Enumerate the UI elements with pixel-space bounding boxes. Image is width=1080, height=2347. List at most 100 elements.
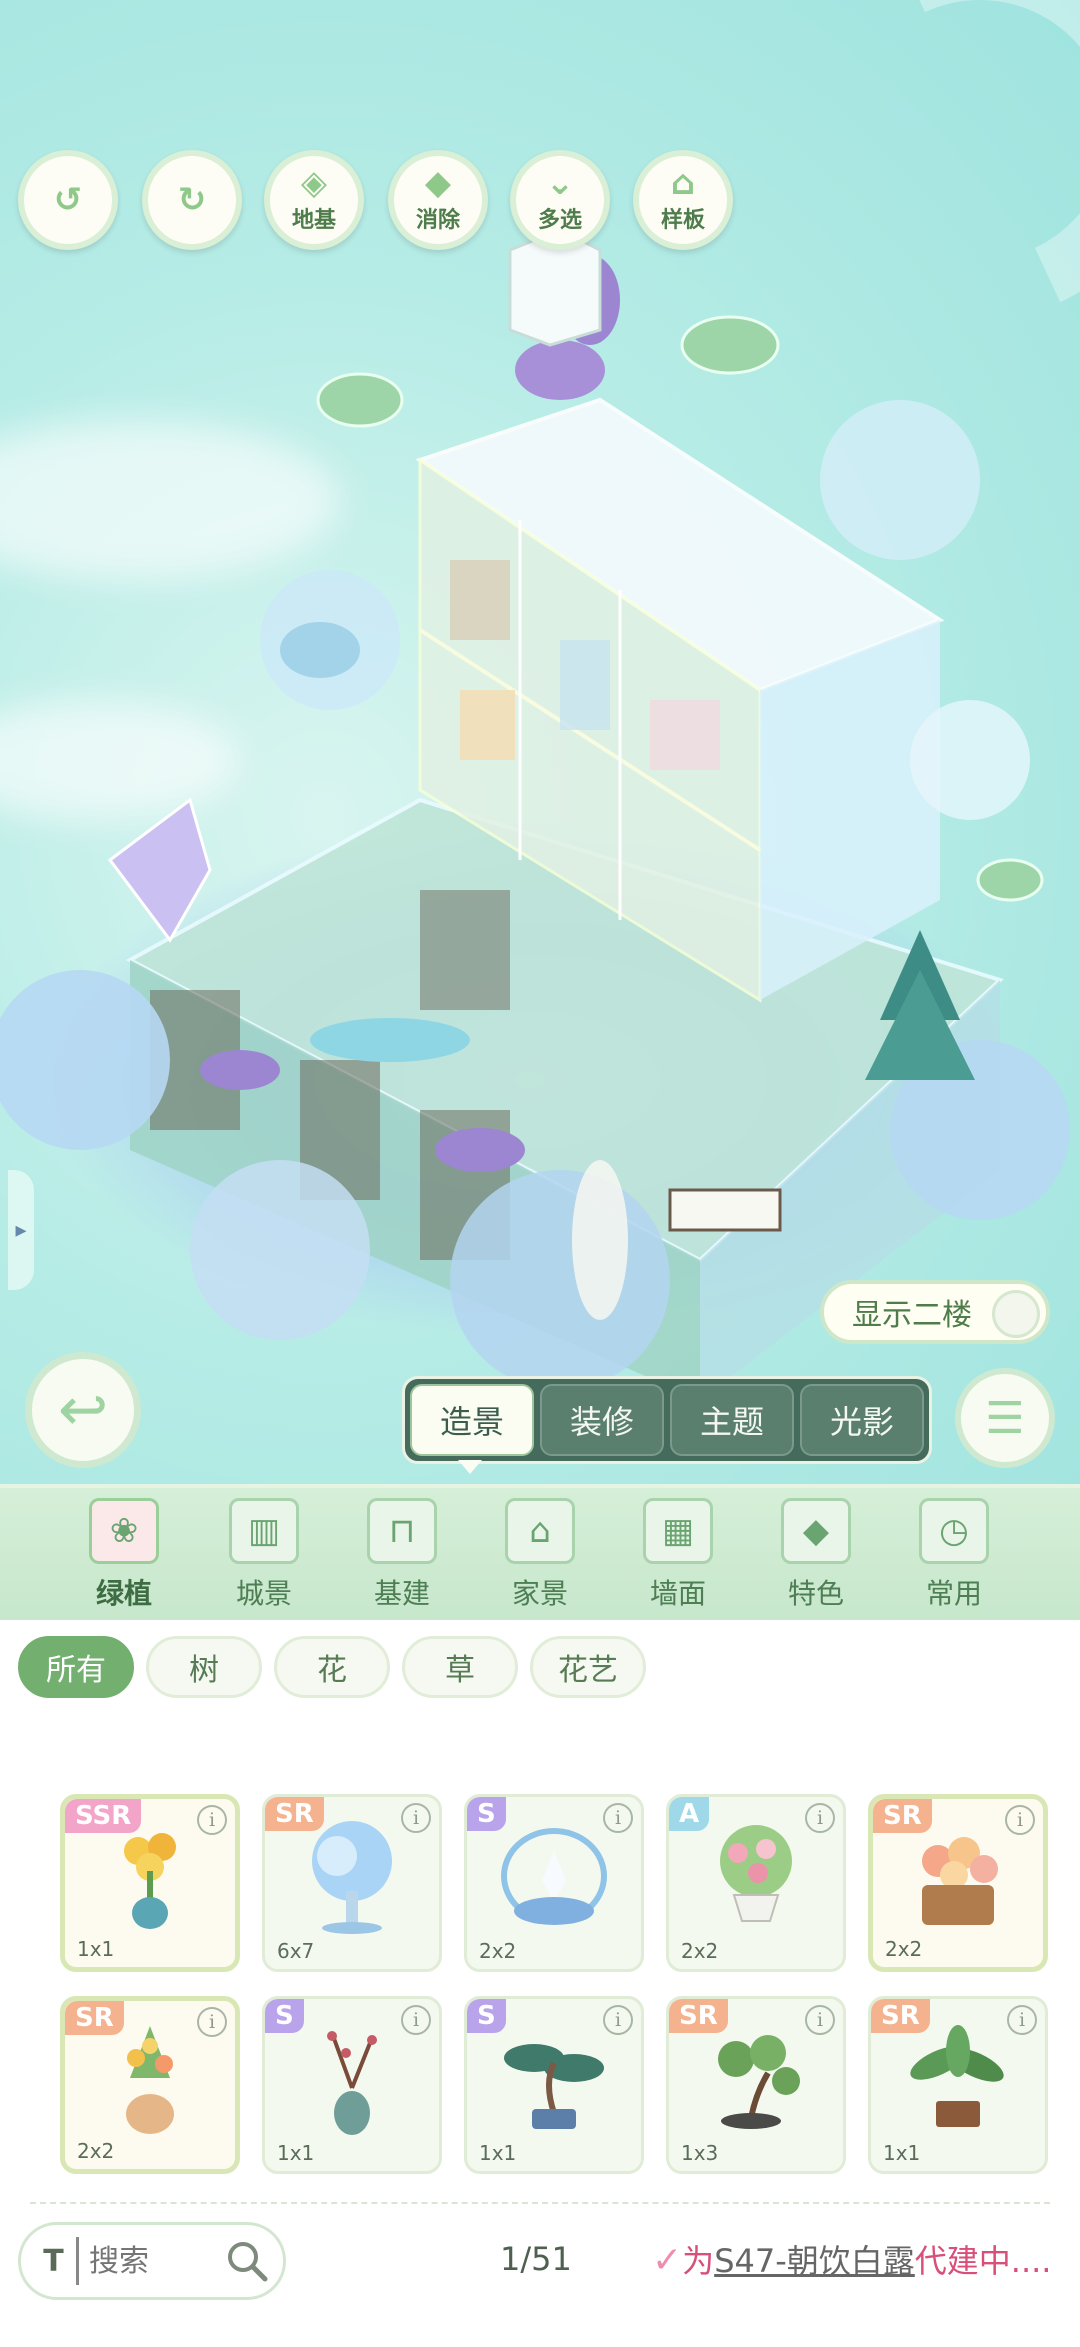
item-size: 1x1 xyxy=(479,2141,517,2165)
erase-label: 消除 xyxy=(415,208,460,233)
info-icon[interactable]: i xyxy=(401,2005,431,2035)
tab-decoration[interactable]: 装修 xyxy=(540,1384,664,1456)
mode-tabs: 造景 装修 主题 光影 xyxy=(402,1376,932,1464)
tab-landscaping[interactable]: 造景 xyxy=(410,1384,534,1456)
tab-lighting[interactable]: 光影 xyxy=(800,1384,924,1456)
category-label: 特色 xyxy=(787,1577,844,1610)
fern-pot-icon xyxy=(910,2025,1004,2128)
undo-button[interactable]: ↺ xyxy=(18,150,118,250)
category-plants[interactable]: ❀ 绿植 xyxy=(74,1498,174,1618)
special-icon: ◆ xyxy=(781,1498,851,1564)
lily-bush-icon xyxy=(501,1828,607,1926)
back-button[interactable]: ↩ xyxy=(25,1352,141,1468)
foundation-button[interactable]: ◈ 地基 xyxy=(264,150,364,250)
filter-grass[interactable]: 草 xyxy=(402,1636,518,1698)
category-home[interactable]: ⌂ 家景 xyxy=(490,1498,590,1618)
category-label: 常用 xyxy=(925,1577,982,1610)
template-icon: ⌂ xyxy=(670,163,696,203)
category-wall[interactable]: ▦ 墙面 xyxy=(628,1498,728,1618)
promo-link[interactable]: ✓为S47-朝饮白露代建中.... xyxy=(652,2236,1051,2282)
active-tab-caret xyxy=(458,1460,482,1474)
item-size: 1x1 xyxy=(883,2141,921,2165)
blue-tree-icon xyxy=(312,1821,392,1935)
template-label: 样板 xyxy=(660,208,705,233)
template-button[interactable]: ⌂ 样板 xyxy=(633,150,733,250)
menu-button[interactable]: ☰ xyxy=(955,1368,1055,1468)
multi-select-icon: ⌄ xyxy=(545,163,575,203)
wall-icon: ▦ xyxy=(643,1498,713,1564)
multi-select-label: 多选 xyxy=(537,208,582,233)
item-size: 6x7 xyxy=(277,1939,315,1963)
page-indicator: 1/51 xyxy=(500,2240,572,2278)
item-card[interactable]: SR i 6x7 xyxy=(262,1794,442,1972)
search-bar[interactable]: T xyxy=(18,2222,286,2300)
category-label: 墙面 xyxy=(649,1577,706,1610)
rarity-badge: S xyxy=(265,1999,304,2033)
erase-button[interactable]: ◆ 消除 xyxy=(388,150,488,250)
divider xyxy=(30,2202,1050,2204)
font-toggle-icon[interactable]: T xyxy=(31,2237,79,2285)
home-icon: ⌂ xyxy=(505,1498,575,1564)
item-card[interactable]: A i 2x2 xyxy=(666,1794,846,1972)
chevron-right-icon: ▸ xyxy=(15,1217,27,1243)
item-card[interactable]: S i 1x1 xyxy=(464,1996,644,2174)
filter-floral-art[interactable]: 花艺 xyxy=(530,1636,646,1698)
item-panel: ❀ 绿植 ▥ 城景 ⊓ 基建 ⌂ 家景 ▦ 墙面 ◆ 特色 ◷ 常用 所有 树 xyxy=(0,1484,1080,2347)
menu-icon: ☰ xyxy=(985,1392,1025,1444)
category-label: 城景 xyxy=(235,1577,292,1610)
category-recent[interactable]: ◷ 常用 xyxy=(904,1498,1004,1618)
eraser-icon: ◆ xyxy=(424,163,452,203)
flower-basket-icon xyxy=(922,1837,998,1926)
foundation-icon: ◈ xyxy=(300,163,328,203)
search-icon[interactable] xyxy=(225,2239,269,2283)
foundation-label: 地基 xyxy=(291,208,336,233)
filter-tree[interactable]: 树 xyxy=(146,1636,262,1698)
promo-name: S47-朝饮白露 xyxy=(714,2242,915,2280)
category-city[interactable]: ▥ 城景 xyxy=(214,1498,314,1618)
build-scene[interactable]: ↺ ↻ ◈ 地基 ◆ 消除 ⌄ 多选 ⌂ 样板 ▸ 显示二楼 ↩ 造景 装修 主… xyxy=(0,0,1080,1484)
category-special[interactable]: ◆ 特色 xyxy=(766,1498,866,1618)
show-second-floor-toggle[interactable]: 显示二楼 xyxy=(820,1280,1050,1344)
check-icon: ✓ xyxy=(652,2240,683,2281)
bonsai-pine-icon xyxy=(504,2044,604,2130)
info-icon[interactable]: i xyxy=(197,1805,227,1835)
redo-button[interactable]: ↻ xyxy=(142,150,242,250)
item-card[interactable]: S i 1x1 xyxy=(262,1996,442,2174)
item-size: 1x1 xyxy=(77,1937,115,1961)
tab-theme[interactable]: 主题 xyxy=(670,1384,794,1456)
side-drawer-toggle[interactable]: ▸ xyxy=(8,1170,34,1290)
toggle-knob xyxy=(992,1290,1040,1338)
item-card[interactable]: SR i 2x2 xyxy=(868,1794,1048,1972)
item-size: 2x2 xyxy=(681,1939,719,1963)
category-label: 家景 xyxy=(511,1577,568,1610)
undo-icon: ↺ xyxy=(53,180,83,220)
show-second-floor-label: 显示二楼 xyxy=(852,1298,972,1333)
filter-chips: 所有 树 花 草 花艺 xyxy=(18,1636,646,1698)
item-size: 1x3 xyxy=(681,2141,719,2165)
info-icon[interactable]: i xyxy=(197,2007,227,2037)
recent-icon: ◷ xyxy=(919,1498,989,1564)
item-card[interactable]: SR i 1x1 xyxy=(868,1996,1048,2174)
item-card[interactable]: SSR i 1x1 xyxy=(60,1794,240,1972)
item-card[interactable]: S i 2x2 xyxy=(464,1794,644,1972)
search-input[interactable] xyxy=(89,2243,209,2279)
flower-urn-icon xyxy=(720,1825,792,1923)
filter-all[interactable]: 所有 xyxy=(18,1636,134,1698)
item-card[interactable]: SR i 2x2 xyxy=(60,1996,240,2174)
filter-flower[interactable]: 花 xyxy=(274,1636,390,1698)
category-label: 绿植 xyxy=(95,1577,152,1610)
item-size: 2x2 xyxy=(885,1937,923,1961)
item-size: 1x1 xyxy=(277,2141,315,2165)
potted-flower-icon xyxy=(124,1833,176,1930)
category-label: 基建 xyxy=(373,1577,430,1610)
category-construction[interactable]: ⊓ 基建 xyxy=(352,1498,452,1618)
promo-prefix: 为 xyxy=(682,2242,715,2280)
promo-suffix: 代建中.... xyxy=(914,2242,1052,2280)
item-size: 2x2 xyxy=(479,1939,517,1963)
plant-icon: ❀ xyxy=(89,1498,159,1564)
plum-blossom-vase-icon xyxy=(327,2031,377,2136)
multi-select-button[interactable]: ⌄ 多选 xyxy=(510,150,610,250)
flower-vase-icon xyxy=(126,2026,174,2135)
bonsai-tree-icon xyxy=(718,2035,800,2130)
item-card[interactable]: SR i 1x3 xyxy=(666,1996,846,2174)
